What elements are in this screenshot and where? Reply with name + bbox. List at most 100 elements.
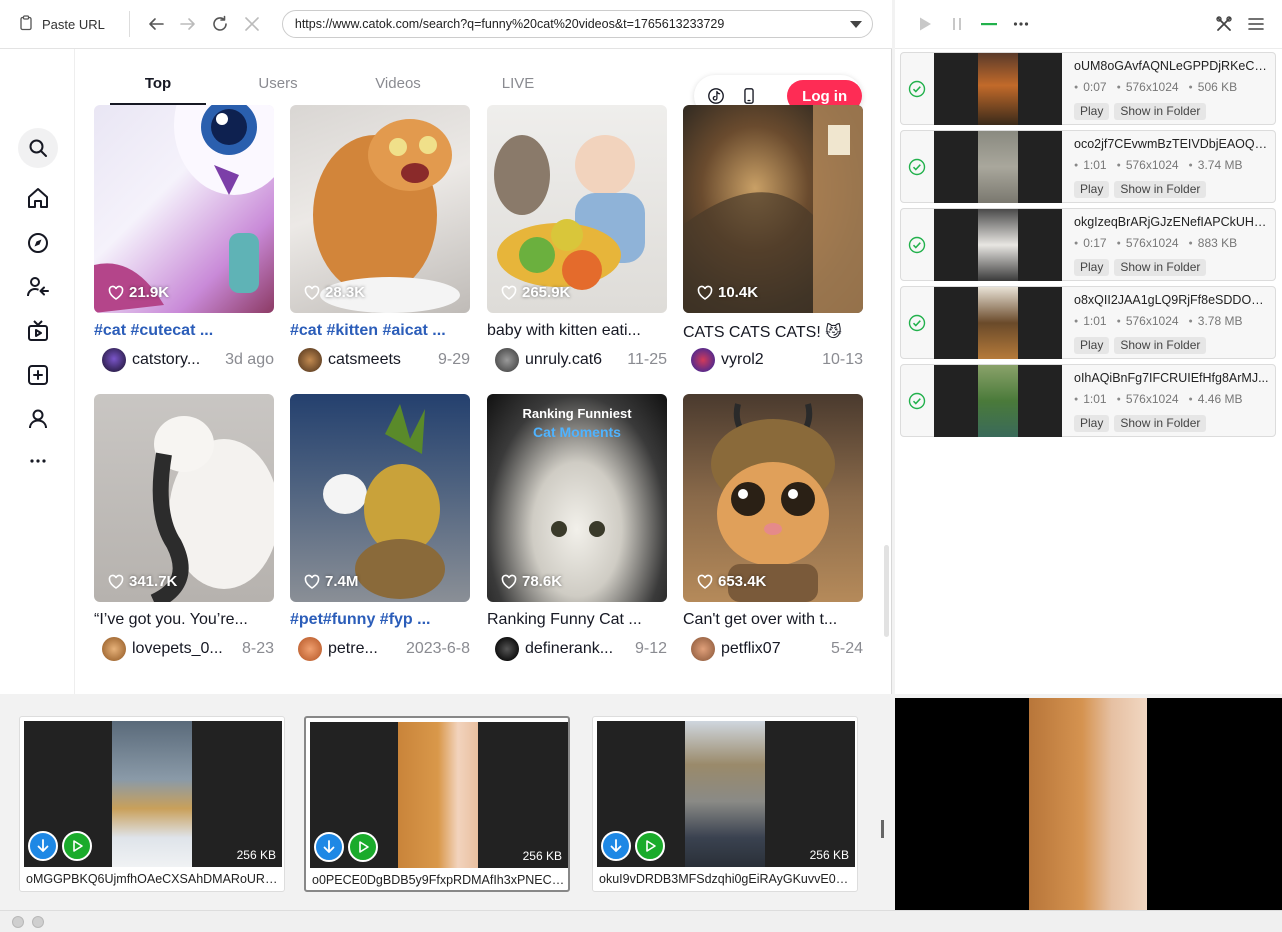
angry-cat-image xyxy=(313,119,460,313)
upload-nav-button[interactable] xyxy=(18,355,58,395)
video-thumbnail[interactable]: Ranking Funniest Cat Moments 78.6K xyxy=(487,394,667,602)
download-item[interactable]: oIhAQiBnFg7IFCRUIEfHfg8ArMJ... 1:01 576x1… xyxy=(900,364,1276,437)
avatar[interactable] xyxy=(298,637,322,661)
forward-button[interactable] xyxy=(172,8,204,40)
author-name[interactable]: lovepets_0... xyxy=(132,640,234,658)
splitter-handle[interactable] xyxy=(881,820,884,838)
fluffy-cat-image xyxy=(551,521,605,537)
video-thumbnail[interactable]: 10.4K xyxy=(683,105,863,313)
video-caption[interactable]: #cat #kitten #aicat ... xyxy=(290,322,470,340)
play-button[interactable]: Play xyxy=(1074,415,1110,432)
download-button[interactable] xyxy=(601,831,631,861)
download-thumbnail[interactable] xyxy=(934,209,1062,281)
download-button[interactable] xyxy=(314,832,344,862)
download-thumbnail[interactable] xyxy=(934,365,1062,437)
show-in-folder-button[interactable]: Show in Folder xyxy=(1114,259,1207,276)
play-button[interactable]: Play xyxy=(1074,337,1110,354)
chevron-down-icon[interactable] xyxy=(849,20,862,28)
avatar[interactable] xyxy=(495,348,519,372)
author-name[interactable]: catsmeets xyxy=(328,351,430,369)
video-player[interactable] xyxy=(895,698,1282,910)
avatar[interactable] xyxy=(495,637,519,661)
preview-play-button[interactable] xyxy=(348,832,378,862)
explore-nav-button[interactable] xyxy=(18,223,58,263)
preview-play-button[interactable] xyxy=(62,831,92,861)
preview-play-button[interactable] xyxy=(635,831,665,861)
detected-video-preview[interactable]: 256 KB xyxy=(597,721,855,867)
avatar[interactable] xyxy=(691,348,715,372)
video-thumbnail[interactable]: 265.9K xyxy=(487,105,667,313)
author-name[interactable]: petflix07 xyxy=(721,640,823,658)
tiktok-app-button[interactable] xyxy=(706,86,726,106)
search-nav-button[interactable] xyxy=(18,128,58,168)
back-button[interactable] xyxy=(140,8,172,40)
author-name[interactable]: catstory... xyxy=(132,351,217,369)
stop-button[interactable] xyxy=(236,8,268,40)
live-nav-button[interactable] xyxy=(18,311,58,351)
menu-button[interactable] xyxy=(1240,8,1272,40)
detected-video-card[interactable]: 256 KB o0PECE0DgBDB5y9FfxpRDMAfIh3xPNECz… xyxy=(304,716,570,892)
author-name[interactable]: definerank... xyxy=(525,640,627,658)
play-button[interactable]: Play xyxy=(1074,259,1110,276)
download-button[interactable] xyxy=(28,831,58,861)
video-thumbnail[interactable]: 341.7K xyxy=(94,394,274,602)
video-caption[interactable]: #cat #cutecat ... xyxy=(94,322,274,340)
more-nav-button[interactable] xyxy=(18,441,58,481)
detected-video-preview[interactable]: 256 KB xyxy=(310,722,568,868)
following-nav-button[interactable] xyxy=(18,267,58,307)
show-in-folder-button[interactable]: Show in Folder xyxy=(1114,181,1207,198)
author-name[interactable]: petre... xyxy=(328,640,398,658)
tab-live[interactable]: LIVE xyxy=(470,67,566,105)
video-meta: definerank... 9-12 xyxy=(487,637,667,661)
download-item[interactable]: o8xQII2JAA1gLQ9RjFf8eSDDOH... 1:01 576x10… xyxy=(900,286,1276,359)
video-thumbnail[interactable]: 28.3K xyxy=(290,105,470,313)
author-name[interactable]: unruly.cat6 xyxy=(525,351,619,369)
play-button[interactable]: Play xyxy=(1074,103,1110,120)
get-app-button[interactable] xyxy=(740,86,760,106)
play-all-button[interactable] xyxy=(909,8,941,40)
video-caption[interactable]: #pet#funny #fyp ... xyxy=(290,611,470,629)
resolution: 576x1024 xyxy=(1117,158,1179,172)
detected-video-card[interactable]: 256 KB oMGGPBKQ6UjmfhOAeCXSAhDMARoURD... xyxy=(19,716,285,892)
show-in-folder-button[interactable]: Show in Folder xyxy=(1114,103,1207,120)
download-item[interactable]: okgIzeqBrARjGJzENefIAPCkUHg... 0:17 576x1… xyxy=(900,208,1276,281)
detected-video-preview[interactable]: 256 KB xyxy=(24,721,282,867)
avatar[interactable] xyxy=(298,348,322,372)
home-nav-button[interactable] xyxy=(18,178,58,218)
video-thumbnail[interactable]: 653.4K xyxy=(683,394,863,602)
author-name[interactable]: vyrol2 xyxy=(721,351,814,369)
page-scrollbar[interactable] xyxy=(884,545,889,637)
download-item[interactable]: oco2jf7CEvwmBzTEIVDbjEAOQR... 1:01 576x10… xyxy=(900,130,1276,203)
video-thumbnail[interactable]: 7.4M xyxy=(290,394,470,602)
download-thumbnail[interactable] xyxy=(934,131,1062,203)
address-bar[interactable]: https://www.catok.com/search?q=funny%20c… xyxy=(281,10,873,38)
like-count-value: 341.7K xyxy=(129,573,178,590)
tab-videos[interactable]: Videos xyxy=(350,67,446,105)
profile-nav-button[interactable] xyxy=(18,399,58,439)
video-caption[interactable]: baby with kitten eati... xyxy=(487,322,667,340)
video-thumbnail[interactable]: 21.9K xyxy=(94,105,274,313)
tools-button[interactable] xyxy=(1208,8,1240,40)
avatar[interactable] xyxy=(691,637,715,661)
play-button[interactable]: Play xyxy=(1074,181,1110,198)
video-caption[interactable]: CATS CATS CATS! 😼 xyxy=(683,322,863,342)
show-in-folder-button[interactable]: Show in Folder xyxy=(1114,415,1207,432)
video-caption[interactable]: Can't get over with t... xyxy=(683,611,863,629)
detected-video-card[interactable]: 256 KB okuI9vDRDB3MFSdzqhi0gEiRAyGKuvvE0… xyxy=(592,716,858,892)
avatar[interactable] xyxy=(102,637,126,661)
download-item[interactable]: oUM8oGAvfAQNLeGPPDjRKeCO... 0:07 576x1024… xyxy=(900,52,1276,125)
remove-button[interactable] xyxy=(973,8,1005,40)
paste-url-button[interactable]: Paste URL xyxy=(0,9,119,39)
show-in-folder-button[interactable]: Show in Folder xyxy=(1114,337,1207,354)
tab-users[interactable]: Users xyxy=(230,67,326,105)
avatar[interactable] xyxy=(102,348,126,372)
download-thumbnail[interactable] xyxy=(934,287,1062,359)
tab-top[interactable]: Top xyxy=(110,67,206,105)
more-options-button[interactable] xyxy=(1005,8,1037,40)
reload-button[interactable] xyxy=(204,8,236,40)
video-caption[interactable]: Ranking Funny Cat ... xyxy=(487,611,667,629)
duration: 1:01 xyxy=(1074,392,1106,406)
video-caption[interactable]: “I’ve got you. You’re... xyxy=(94,611,274,629)
download-thumbnail[interactable] xyxy=(934,53,1062,125)
pause-all-button[interactable] xyxy=(941,8,973,40)
